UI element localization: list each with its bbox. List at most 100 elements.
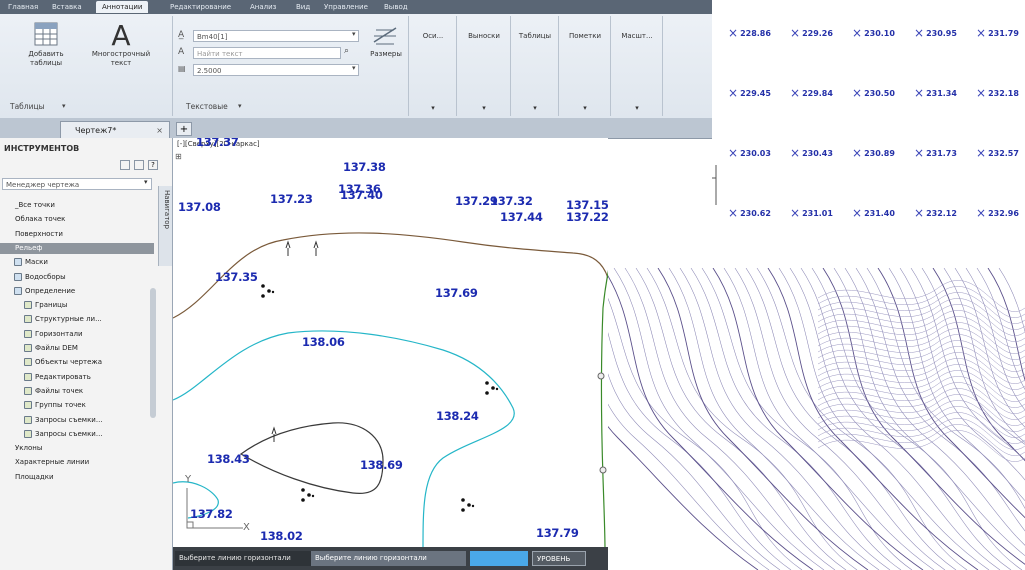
side-tab-navigator[interactable]: Навигатор: [158, 186, 172, 266]
chevron-down-icon[interactable]: ▾: [352, 30, 356, 38]
elevation-label[interactable]: 137.08: [178, 200, 221, 214]
ribbon-panel-scale[interactable]: Масшт... ▾: [612, 16, 662, 116]
boundary-node[interactable]: [599, 466, 607, 474]
panel-expand-icon[interactable]: ▾: [458, 104, 510, 112]
tree-item[interactable]: Запросы съемки...: [0, 415, 172, 426]
chevron-down-icon[interactable]: ▾: [144, 178, 148, 186]
tree-item[interactable]: Поверхности: [0, 229, 154, 240]
command-option[interactable]: УРОВЕНЬ: [532, 551, 586, 566]
ribbon-tab-insert[interactable]: Вставка: [52, 1, 82, 13]
elevation-label[interactable]: 137.38: [343, 160, 386, 174]
tree-node-icon: [24, 415, 32, 424]
chevron-down-icon[interactable]: ▾: [352, 64, 356, 72]
tree-item[interactable]: Площадки: [0, 472, 154, 483]
text-style-combo[interactable]: Bm40[1]: [193, 30, 359, 42]
ribbon-panel-tables[interactable]: Таблицы ▾: [512, 16, 558, 116]
ribbon-tab-analyze[interactable]: Анализ: [250, 1, 276, 13]
tree-item[interactable]: Уклоны: [0, 443, 154, 454]
tree-item[interactable]: Группы точек: [0, 400, 172, 411]
panel-expand-icon[interactable]: ▾: [612, 104, 662, 112]
elevation-label[interactable]: 138.43: [207, 452, 250, 466]
contour-line: [965, 268, 1025, 411]
tree-item[interactable]: Редактировать: [0, 372, 172, 383]
command-option[interactable]: Выберите линию горизонтали: [311, 551, 466, 566]
tree-item[interactable]: Характерные линии: [0, 457, 154, 468]
command-input[interactable]: [470, 551, 528, 566]
tree-item-label: Редактировать: [35, 372, 91, 381]
mtext-label: Многострочный текст: [91, 50, 151, 67]
toolspace-pin-icon[interactable]: [134, 160, 144, 170]
add-tables-button[interactable]: Добавить таблицы: [26, 22, 66, 76]
elevation-label[interactable]: 137.82: [190, 507, 233, 521]
search-replace-icon[interactable]: ⌕: [344, 46, 349, 56]
elevation-label[interactable]: 137.40: [340, 188, 383, 202]
panel-expand-icon[interactable]: ▾: [62, 102, 66, 110]
tree-item[interactable]: Определение: [0, 286, 164, 297]
grid-value: × 230.43: [790, 146, 833, 160]
tree-item[interactable]: Файлы точек: [0, 386, 172, 397]
tree-item[interactable]: Объекты чертежа: [0, 357, 172, 368]
panel-expand-icon[interactable]: ▾: [238, 102, 242, 110]
grid-value-text: 231.01: [802, 209, 833, 218]
elevation-label[interactable]: 137.22: [566, 210, 608, 224]
tree-item[interactable]: Горизонтали: [0, 329, 172, 340]
elevation-label[interactable]: 138.69: [360, 458, 403, 472]
tree-item[interactable]: Файлы DEM: [0, 343, 172, 354]
ribbon-panel-leaders[interactable]: Выноски ▾: [458, 16, 510, 116]
mtext-button[interactable]: A Многострочный текст: [86, 22, 156, 76]
elevation-label[interactable]: 137.79: [536, 526, 579, 540]
tree-item[interactable]: _Все точки: [0, 200, 154, 211]
tree-item[interactable]: Рельеф: [0, 242, 154, 254]
new-tab-button[interactable]: +: [176, 122, 192, 136]
elevation-label[interactable]: 138.02: [260, 529, 303, 543]
elevation-label[interactable]: 137.69: [435, 286, 478, 300]
ribbon-panel-markup[interactable]: Пометки ▾: [560, 16, 610, 116]
elevation-label[interactable]: 137.32: [490, 194, 533, 208]
contour-line: [712, 268, 924, 570]
panel-expand-icon[interactable]: ▾: [560, 104, 610, 112]
ribbon-tab-output[interactable]: Вывод: [384, 1, 408, 13]
ucs-y-label: Y: [185, 474, 192, 485]
elevation-label[interactable]: 138.24: [436, 409, 479, 423]
tree-item[interactable]: Запросы съемки...: [0, 429, 172, 440]
boundary-node[interactable]: [597, 372, 605, 380]
panel-expand-icon[interactable]: ▾: [512, 104, 558, 112]
tree-item[interactable]: Облака точек: [0, 214, 154, 225]
grid-point-icon: ×: [914, 26, 925, 40]
viewcube-icon[interactable]: ⊞: [175, 152, 182, 161]
text-height-combo[interactable]: 2.5000: [193, 64, 359, 76]
ribbon-panel-axes[interactable]: Оси... ▾: [410, 16, 456, 116]
drawing-area[interactable]: [-][Сверху][2D-каркас] ⊞ Y X 137.37 137.3…: [173, 138, 608, 550]
grid-value: × 230.95: [914, 26, 957, 40]
ribbon-tab-annotate[interactable]: Аннотации: [96, 1, 149, 13]
elevation-label[interactable]: 138.06: [302, 335, 345, 349]
tree-item[interactable]: Структурные ли...: [0, 314, 172, 325]
find-text-input[interactable]: Найти текст: [193, 47, 341, 59]
tree-node-icon: [4, 244, 12, 252]
ribbon: Главная Вставка Аннотации Редактирование…: [0, 0, 712, 119]
scrollbar[interactable]: [150, 288, 156, 418]
tree-item[interactable]: Маски: [0, 257, 164, 268]
grid-value-text: 231.73: [926, 149, 957, 158]
dimension-button[interactable]: Размеры: [366, 24, 406, 64]
tree-item[interactable]: Водосборы: [0, 272, 164, 283]
elevation-label[interactable]: 137.44: [500, 210, 543, 224]
grid-value: × 230.03: [728, 146, 771, 160]
toolspace-dropdown[interactable]: Менеджер чертежа: [2, 178, 152, 190]
ribbon-tab-home[interactable]: Главная: [8, 1, 38, 13]
contour-line: [608, 332, 792, 570]
help-icon[interactable]: ?: [148, 160, 158, 170]
drawing-tab[interactable]: Чертеж7* ×: [60, 121, 170, 138]
toolspace-toggle-icon[interactable]: [120, 160, 130, 170]
panel-expand-icon[interactable]: ▾: [410, 104, 456, 112]
ribbon-tab-modify[interactable]: Редактирование: [170, 1, 231, 13]
contour-line: [767, 268, 979, 570]
elevation-label[interactable]: 137.37: [196, 138, 239, 149]
tree-item[interactable]: Границы: [0, 300, 172, 311]
elevation-label[interactable]: 137.23: [270, 192, 313, 206]
ribbon-tab-manage[interactable]: Управление: [324, 1, 368, 13]
elevation-label[interactable]: 137.35: [215, 270, 258, 284]
tree-node-icon: [24, 372, 32, 381]
ribbon-tab-view[interactable]: Вид: [296, 1, 310, 13]
close-icon[interactable]: ×: [156, 122, 163, 139]
